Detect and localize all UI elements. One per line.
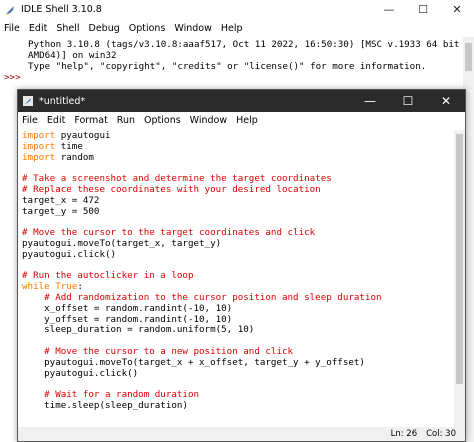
code-line: sleep_duration = random.uniform(5, 10) [22,324,255,336]
shell-output-line: AMD64)] on win32 [28,50,117,61]
code-token: pyautogui.click() [22,367,139,379]
menu-window[interactable]: Window [190,115,227,126]
shell-output-line: Type "help", "copyright", "credits" or "… [28,61,427,72]
shell-menubar: File Edit Shell Debug Options Window Hel… [0,21,474,36]
comment-token: # Move the cursor to a new position and … [44,346,294,357]
shell-titlebar[interactable]: IDLE Shell 3.10.8 — ☐ ✕ [0,0,474,19]
menu-edit[interactable]: Edit [29,23,47,34]
scrollbar-thumb[interactable] [456,134,463,384]
close-icon[interactable]: ✕ [440,0,474,19]
menu-file[interactable]: File [4,23,20,34]
code-token: pyautogui.moveTo(target_x + x_offset, ta… [22,356,365,368]
menu-format[interactable]: Format [74,115,107,126]
scrollbar-thumb[interactable] [465,43,472,71]
code-token: pyautogui.moveTo(target_x, target_y) [22,238,222,249]
code-token: sleep_duration = random.uniform(5, 10) [22,324,255,336]
code-token: y_offset = random.randint(-10, 10) [22,313,233,325]
menu-help[interactable]: Help [221,23,243,34]
menu-options[interactable]: Options [144,115,181,126]
comment-token: # Run the autoclicker in a loop [22,270,194,282]
shell-prompt: >>> [4,72,21,83]
menu-window[interactable]: Window [174,23,211,34]
code-token: x_offset = random.randint(-10, 10) [22,302,233,314]
keyword-token: True [55,281,78,293]
editor-scrollbar[interactable] [454,130,465,427]
keyword-token: while [22,281,50,293]
editor-title: *untitled* [39,95,86,107]
keyword-token: import [22,130,56,141]
code-token: random [55,151,94,163]
code-line: time.sleep(sleep_duration) [22,400,188,412]
code-token: target_y = 500 [22,205,100,217]
comment-token: # Add randomization to the cursor positi… [44,292,382,303]
editor-menubar: File Edit Format Run Options Window Help [18,112,465,129]
menu-shell[interactable]: Shell [56,23,79,34]
menu-debug[interactable]: Debug [89,23,120,34]
editor-window: *untitled* — ☐ ✕ File Edit Format Run Op… [17,89,466,442]
minimize-icon[interactable]: — [351,90,389,112]
menu-file[interactable]: File [22,115,38,126]
menu-help[interactable]: Help [236,115,258,126]
code-line: pyautogui.click() [22,248,117,261]
code-token: time [55,140,83,152]
status-col: Col: 30 [426,429,456,439]
close-icon[interactable]: ✕ [427,90,465,112]
code-line: target_y = 500 [22,205,100,218]
menu-edit[interactable]: Edit [47,115,65,126]
keyword-token: import [22,151,56,163]
status-bar: Ln: 26 Col: 30 [18,427,465,441]
code-editor[interactable]: import pyautogui import time import random… [18,130,454,427]
comment-token: # Take a screenshot and determine the ta… [22,173,332,185]
menu-run[interactable]: Run [117,115,135,126]
code-token: : [77,281,83,293]
code-line: import random [22,151,94,164]
code-line: pyautogui.click() [22,367,139,380]
editor-titlebar[interactable]: *untitled* — ☐ ✕ [18,90,465,112]
menu-options[interactable]: Options [129,23,166,34]
python-feather-icon [4,4,16,16]
keyword-token: import [22,140,56,152]
comment-token: # Wait for a random duration [44,389,200,401]
code-token: pyautogui.click() [22,248,117,260]
code-token: time.sleep(sleep_duration) [22,400,188,411]
status-line: Ln: 26 [390,429,418,439]
maximize-icon[interactable]: ☐ [389,90,427,112]
code-token: pyautogui [55,130,111,141]
shell-output-line: Python 3.10.8 (tags/v3.10.8:aaaf517, Oct… [28,39,471,50]
maximize-icon[interactable]: ☐ [406,0,440,19]
minimize-icon[interactable]: — [372,0,406,19]
shell-title: IDLE Shell 3.10.8 [21,4,102,15]
python-file-icon [22,95,34,107]
comment-token: # Move the cursor to the target coordina… [22,227,316,239]
comment-token: # Replace these coordinates with your de… [22,184,321,195]
code-token: target_x = 472 [22,194,100,206]
